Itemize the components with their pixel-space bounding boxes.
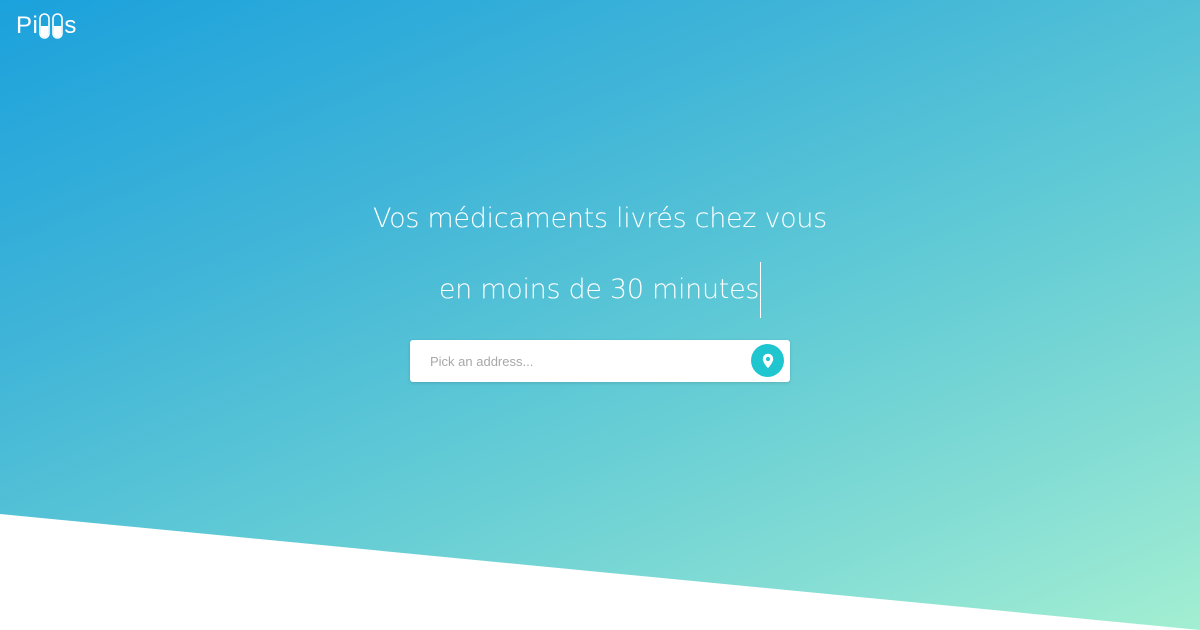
capsule-icon xyxy=(52,13,64,39)
hero-headline-line2: en moins de 30 minutes xyxy=(0,262,1200,318)
brand-logo-suffix: s xyxy=(64,12,77,39)
locate-me-button[interactable] xyxy=(751,344,784,377)
address-search-input[interactable] xyxy=(410,340,740,382)
map-pin-icon xyxy=(762,353,773,368)
capsule-icon xyxy=(39,13,51,39)
address-search-box xyxy=(410,340,790,382)
hero-headline-line2-text: en moins de 30 minutes xyxy=(438,274,760,305)
brand-logo[interactable]: Pi s xyxy=(16,10,77,42)
typing-caret xyxy=(760,262,762,318)
hero-headline-line1: Vos médicaments livrés chez vous xyxy=(373,203,827,234)
brand-logo-prefix: Pi xyxy=(16,12,39,39)
